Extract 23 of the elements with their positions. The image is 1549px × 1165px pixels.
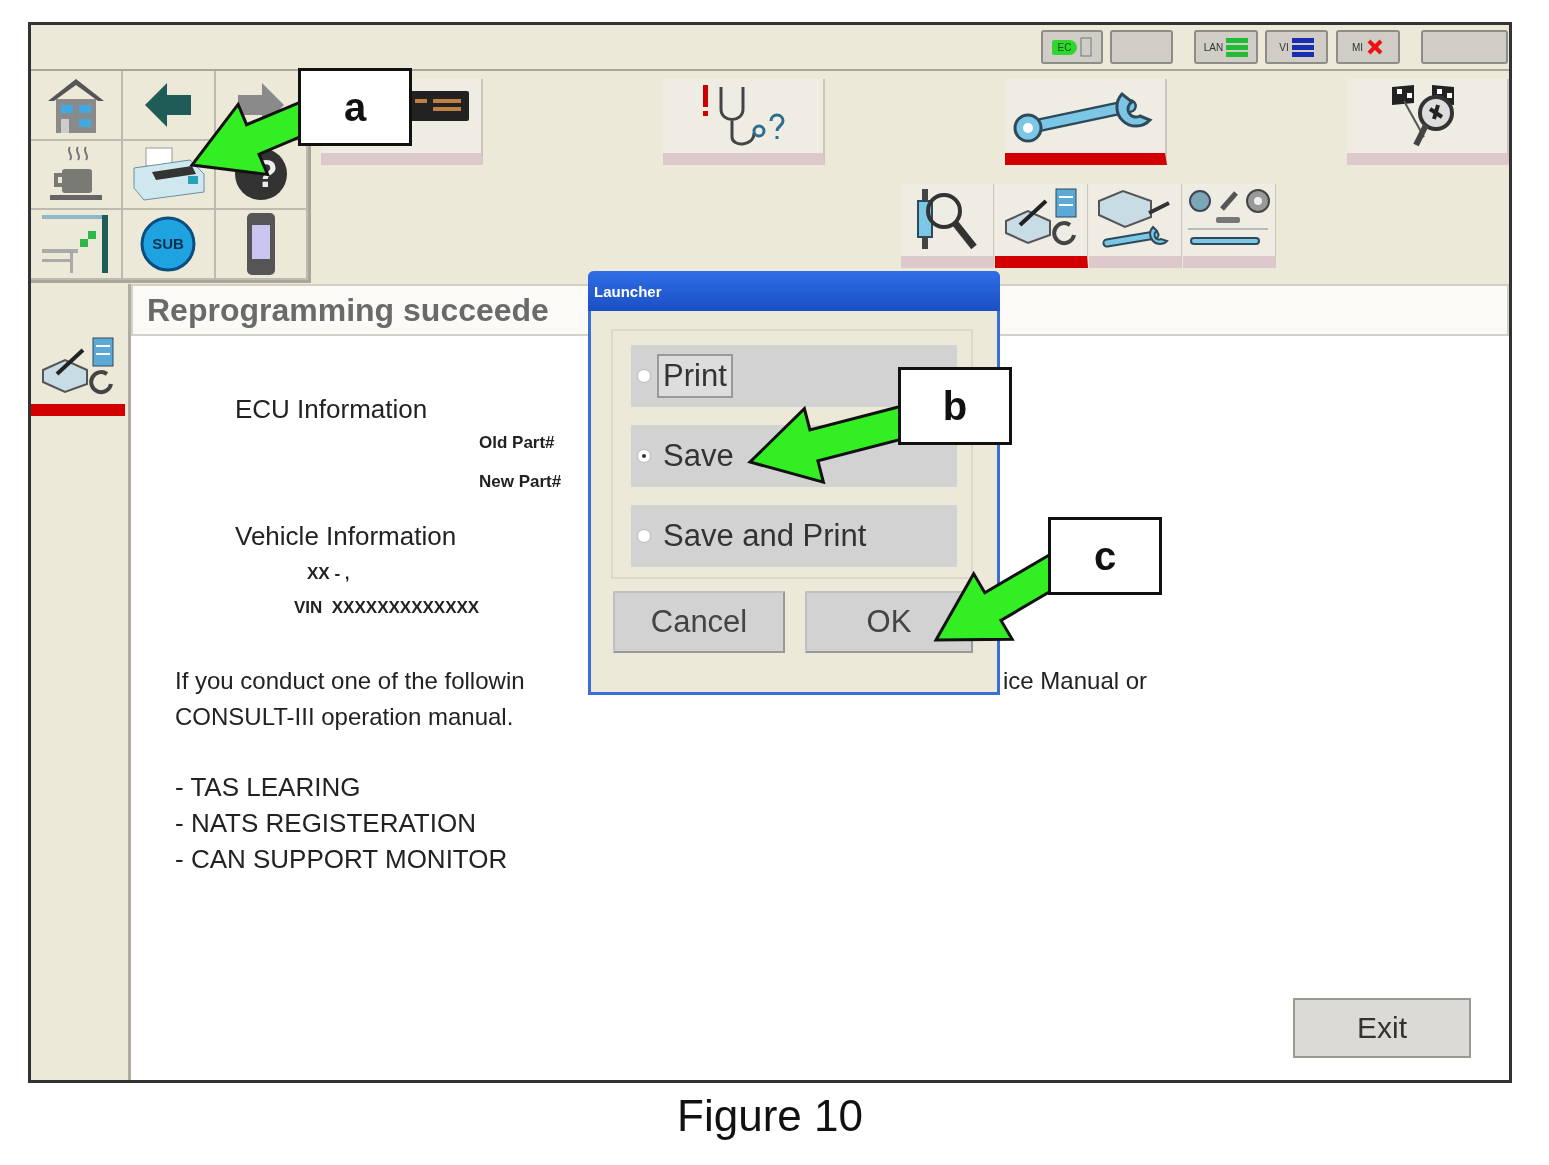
field-label: New Part#: [479, 471, 562, 493]
sub-icon: SUB: [140, 216, 197, 273]
callout-tooltip: b: [898, 367, 1012, 445]
operation-item: - CAN SUPPORT MONITOR: [175, 843, 509, 876]
notice-text: CONSULT-III operation manual.: [175, 702, 515, 732]
operation-item: - TAS LEARING: [175, 771, 362, 804]
screen-title: Reprogramming succeede: [147, 291, 549, 329]
indicator-label: MI: [1351, 41, 1364, 53]
vin-value: VIN XXXXXXXXXXXXX: [294, 597, 480, 619]
callout-tooltip: a: [298, 68, 412, 146]
indicator-label: VI: [1279, 41, 1289, 53]
indicator-label: LAN: [1203, 41, 1224, 53]
notice-text: If you conduct one of the followin: [175, 666, 526, 696]
dialog-title: Launcher: [594, 282, 662, 300]
notice-text: ice Manual or: [1003, 666, 1148, 696]
indicator-label: EC: [1051, 39, 1078, 55]
section-heading: Vehicle Information: [235, 521, 457, 551]
vehicle-model: XX - ,: [307, 563, 350, 585]
section-heading: ECU Information: [235, 394, 428, 424]
field-label: Old Part#: [479, 432, 555, 454]
operation-item: - NATS REGISTERATION: [175, 807, 477, 840]
figure-caption: Figure 10: [677, 1091, 863, 1140]
callout-tooltip: c: [1048, 517, 1162, 595]
